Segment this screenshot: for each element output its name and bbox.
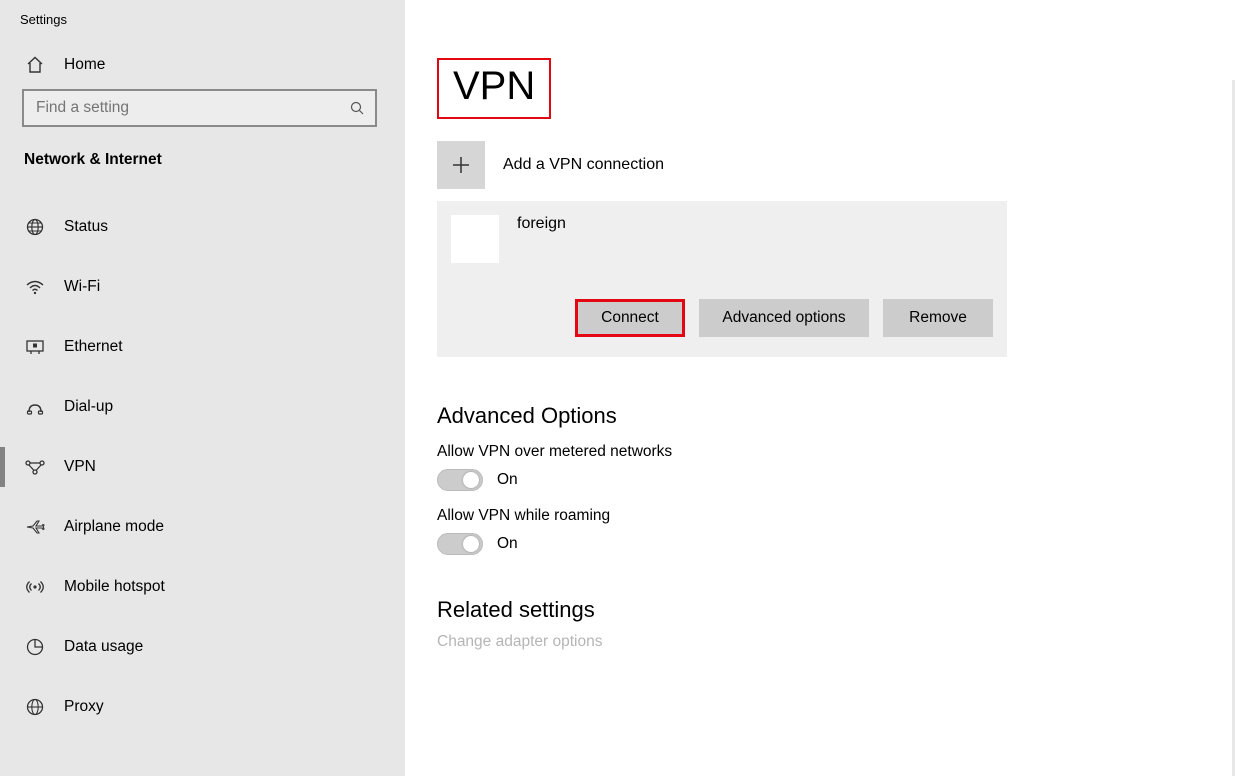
search-icon (349, 100, 365, 116)
nav-label: VPN (64, 458, 96, 476)
nav-ethernet[interactable]: Ethernet (0, 317, 405, 377)
airplane-icon (24, 517, 46, 537)
vpn-entry-icon (451, 215, 499, 263)
advanced-section-title: Advanced Options (437, 403, 1235, 429)
category-title: Network & Internet (0, 137, 405, 177)
opt-metered-row: On (437, 469, 1235, 491)
related-section-title: Related settings (437, 597, 1235, 623)
search-box[interactable] (22, 89, 377, 127)
nav-label: Mobile hotspot (64, 578, 165, 596)
opt-roaming-toggle[interactable] (437, 533, 483, 555)
remove-button[interactable]: Remove (883, 299, 993, 337)
vpn-actions: Connect Advanced options Remove (451, 299, 993, 337)
dialup-icon (24, 397, 46, 417)
proxy-icon (24, 697, 46, 717)
plus-icon (437, 141, 485, 189)
add-vpn-label: Add a VPN connection (503, 156, 664, 174)
opt-metered-state: On (497, 471, 518, 489)
main-content: VPN Add a VPN connection foreign Connect… (405, 0, 1235, 776)
opt-metered-label: Allow VPN over metered networks (437, 443, 1235, 461)
nav-label: Wi-Fi (64, 278, 100, 296)
nav-proxy[interactable]: Proxy (0, 677, 405, 737)
home-icon (24, 55, 46, 75)
sidebar: Settings Home Network & Internet Status (0, 0, 405, 776)
search-input[interactable] (34, 98, 349, 118)
nav-label: Airplane mode (64, 518, 164, 536)
opt-roaming-row: On (437, 533, 1235, 555)
vpn-connection-card[interactable]: foreign Connect Advanced options Remove (437, 201, 1007, 357)
advanced-options-button[interactable]: Advanced options (699, 299, 869, 337)
window-title: Settings (0, 0, 405, 45)
page-title: VPN (453, 64, 535, 109)
nav-label: Proxy (64, 698, 104, 716)
related-link-adapter[interactable]: Change adapter options (437, 633, 1235, 651)
nav-status[interactable]: Status (0, 197, 405, 257)
globe-network-icon (24, 217, 46, 237)
ethernet-icon (24, 337, 46, 357)
nav-label: Dial-up (64, 398, 113, 416)
home-label: Home (64, 56, 105, 74)
opt-metered-toggle[interactable] (437, 469, 483, 491)
nav-dialup[interactable]: Dial-up (0, 377, 405, 437)
vpn-entry-name: foreign (517, 215, 566, 233)
nav-datausage[interactable]: Data usage (0, 617, 405, 677)
opt-roaming-state: On (497, 535, 518, 553)
vpn-icon (24, 457, 46, 477)
sidebar-home[interactable]: Home (0, 45, 405, 85)
opt-roaming-label: Allow VPN while roaming (437, 507, 1235, 525)
nav-label: Ethernet (64, 338, 123, 356)
nav-label: Data usage (64, 638, 143, 656)
nav-wifi[interactable]: Wi-Fi (0, 257, 405, 317)
nav-label: Status (64, 218, 108, 236)
connect-button[interactable]: Connect (575, 299, 685, 337)
data-usage-icon (24, 637, 46, 657)
vpn-entry-header: foreign (451, 215, 993, 263)
settings-window: Settings Home Network & Internet Status (0, 0, 1235, 776)
nav-airplane[interactable]: Airplane mode (0, 497, 405, 557)
nav-hotspot[interactable]: Mobile hotspot (0, 557, 405, 617)
nav-list: Status Wi-Fi Ethernet Dial-up (0, 197, 405, 737)
page-title-highlight: VPN (437, 58, 551, 119)
wifi-icon (24, 277, 46, 297)
nav-vpn[interactable]: VPN (0, 437, 405, 497)
add-vpn-row[interactable]: Add a VPN connection (437, 141, 1235, 189)
search-wrap (0, 85, 405, 137)
hotspot-icon (24, 577, 46, 597)
